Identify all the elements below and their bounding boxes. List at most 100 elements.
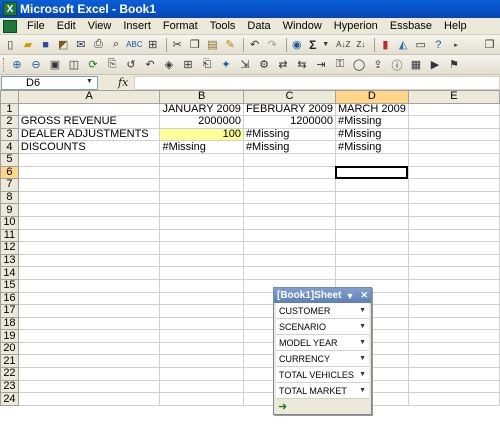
cell[interactable]	[17, 228, 161, 243]
pov-dropdown-scenario[interactable]: SCENARIO ▼	[276, 319, 369, 335]
options-icon[interactable]: ⚙	[256, 57, 272, 73]
row-header[interactable]: 1	[0, 102, 19, 117]
cell[interactable]	[407, 165, 500, 180]
cell[interactable]	[159, 190, 244, 205]
cell-b1[interactable]: JANUARY 2009	[159, 102, 244, 117]
row-header[interactable]: 22	[0, 367, 19, 381]
cell[interactable]	[159, 278, 244, 293]
cell[interactable]	[17, 291, 161, 306]
pov-dropdown-customer[interactable]: CUSTOMER ▼	[276, 303, 369, 319]
cell[interactable]	[407, 329, 500, 343]
cell[interactable]	[17, 316, 161, 331]
cell[interactable]	[242, 165, 336, 180]
cell[interactable]	[242, 190, 336, 205]
cell[interactable]	[407, 152, 500, 167]
cell[interactable]	[159, 291, 244, 306]
help-icon[interactable]: ?	[431, 37, 446, 53]
cell-e4[interactable]	[407, 140, 500, 154]
cell[interactable]	[334, 253, 409, 268]
cell[interactable]	[159, 316, 244, 331]
cell[interactable]	[242, 178, 336, 192]
cell[interactable]	[159, 304, 244, 318]
cell-e1[interactable]	[407, 102, 500, 117]
excel-app-icon[interactable]: X	[3, 2, 17, 16]
cascade-icon[interactable]: ⇲	[237, 57, 253, 73]
cell-d1[interactable]: MARCH 2009	[334, 102, 409, 117]
format-painter-icon[interactable]: ✎	[223, 37, 238, 53]
disconnect-icon[interactable]: ⇆	[294, 57, 310, 73]
open-icon[interactable]: ▰	[21, 37, 36, 53]
linked-objects-icon[interactable]: ⎗	[199, 57, 215, 73]
row-header[interactable]: 5	[0, 152, 19, 167]
toolbar-options-icon[interactable]: ▸	[449, 37, 464, 53]
cell[interactable]	[17, 190, 161, 205]
row-header[interactable]: 21	[0, 354, 19, 369]
cell[interactable]	[159, 341, 244, 356]
cell[interactable]	[17, 178, 161, 192]
cell[interactable]	[407, 379, 500, 394]
toolbar-grip[interactable]	[3, 57, 6, 72]
research-icon[interactable]: ⊞	[145, 37, 160, 53]
zoom-out-icon[interactable]: ⊖	[28, 57, 44, 73]
cell[interactable]	[17, 379, 161, 394]
menu-help[interactable]: Help	[438, 20, 473, 32]
connect-icon[interactable]: ⇄	[275, 57, 291, 73]
cell[interactable]	[407, 354, 500, 369]
column-header-c[interactable]: C	[242, 90, 336, 104]
row-header[interactable]: 19	[0, 329, 19, 343]
permission-icon[interactable]: ◩	[56, 37, 71, 53]
cut-icon[interactable]: ✂	[170, 37, 185, 53]
undo-essbase-icon[interactable]: ↶	[142, 57, 158, 73]
pov-dropdown-currency[interactable]: CURRENCY ▼	[276, 351, 369, 367]
cell[interactable]	[407, 291, 500, 306]
chevron-down-icon[interactable]: ▼	[359, 307, 366, 314]
row-header[interactable]: 18	[0, 316, 19, 331]
cell[interactable]	[159, 392, 244, 406]
email-icon[interactable]: ✉	[74, 37, 89, 53]
row-header[interactable]: 14	[0, 266, 19, 280]
pov-dropdown-total-vehicles[interactable]: TOTAL VEHICLES ▼	[276, 367, 369, 383]
cell[interactable]	[334, 266, 409, 280]
cell-c1[interactable]: FEBRUARY 2009	[242, 102, 336, 117]
cell[interactable]	[242, 266, 336, 280]
row-header[interactable]: 12	[0, 241, 19, 255]
cell[interactable]	[242, 152, 336, 167]
copy-icon[interactable]: ❐	[188, 37, 203, 53]
cell-c2[interactable]: 1200000	[242, 115, 336, 129]
unlock-icon[interactable]: ◯	[351, 57, 367, 73]
cell[interactable]	[159, 215, 244, 230]
cell[interactable]	[407, 241, 500, 255]
cell[interactable]	[17, 152, 161, 167]
cell-d2[interactable]: #Missing	[334, 115, 409, 129]
cell[interactable]	[242, 228, 336, 243]
row-header[interactable]: 4	[0, 140, 19, 154]
menu-hyperion[interactable]: Hyperion	[328, 20, 384, 32]
active-cell-d6[interactable]	[334, 165, 409, 180]
cell[interactable]	[17, 203, 161, 217]
refresh-arrow-icon[interactable]: ➜	[278, 400, 287, 413]
row-header[interactable]: 3	[0, 127, 19, 142]
pivot-icon[interactable]: ⟳	[85, 57, 101, 73]
row-header[interactable]: 9	[0, 203, 19, 217]
cell[interactable]	[159, 379, 244, 394]
row-header[interactable]: 7	[0, 178, 19, 192]
row-header[interactable]: 23	[0, 379, 19, 394]
navigate-icon[interactable]: ⇥	[313, 57, 329, 73]
menu-data[interactable]: Data	[241, 20, 276, 32]
menu-format[interactable]: Format	[157, 20, 204, 32]
cell-c3[interactable]: #Missing	[242, 127, 336, 142]
cell[interactable]	[407, 215, 500, 230]
row-header[interactable]: 24	[0, 392, 19, 406]
chevron-down-icon[interactable]: ▼	[359, 387, 366, 394]
column-header-b[interactable]: B	[159, 90, 244, 104]
pov-panel-titlebar[interactable]: [Book1]Sheet ▼ ✕	[274, 288, 371, 303]
cell[interactable]	[334, 228, 409, 243]
cell-d4[interactable]: #Missing	[334, 140, 409, 154]
name-box-dropdown-icon[interactable]: ▼	[86, 78, 96, 88]
zoom-in-icon[interactable]: ⊕	[9, 57, 25, 73]
cell[interactable]	[334, 178, 409, 192]
cell[interactable]	[334, 190, 409, 205]
cell[interactable]	[159, 178, 244, 192]
pov-panel[interactable]: [Book1]Sheet ▼ ✕ CUSTOMER ▼ SCENARIO ▼ MOD…	[273, 287, 372, 415]
cell[interactable]	[407, 203, 500, 217]
